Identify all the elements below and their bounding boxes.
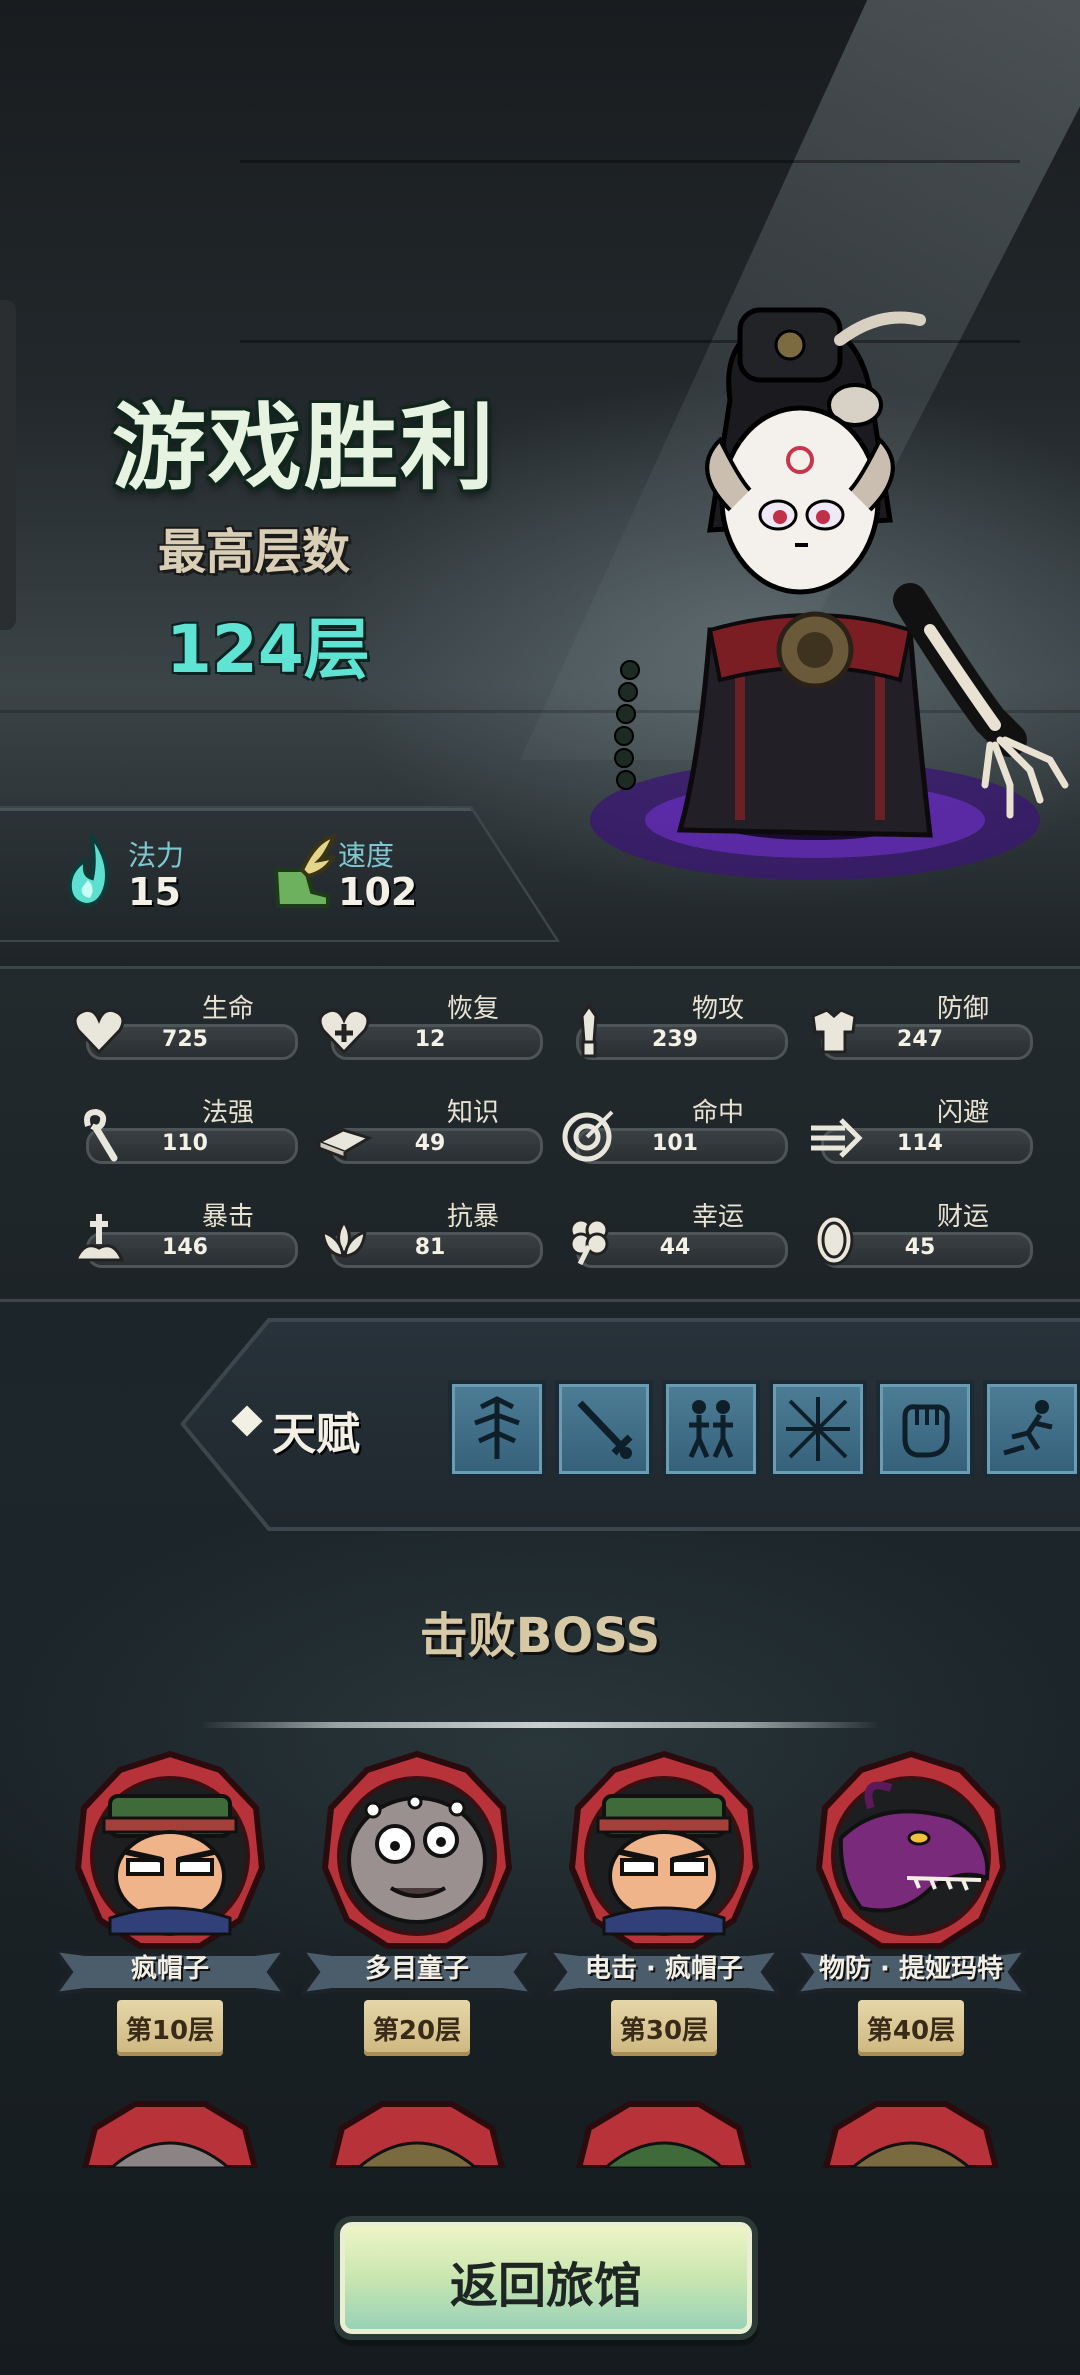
book-icon — [315, 1128, 373, 1161]
boss-frame-partial[interactable] — [569, 2098, 759, 2168]
boss-card[interactable]: 疯帽子 第10层 — [55, 1748, 285, 2068]
attr-name: 幸运 — [691, 1202, 744, 1232]
max-floor-value: 124层 — [166, 611, 370, 688]
talent-slot-dash[interactable] — [983, 1380, 1080, 1478]
talent-label: 天赋 — [272, 1409, 360, 1460]
heart-plus-icon — [318, 1008, 370, 1055]
lotus-shield-icon — [321, 1219, 367, 1258]
talent-slot-fist[interactable] — [876, 1380, 974, 1478]
attr-accuracy: 命中 101 — [560, 1092, 788, 1164]
boss-name: 多目童子 — [364, 1954, 469, 1984]
sword-icon — [580, 1003, 598, 1058]
blue-flame-icon — [67, 833, 109, 908]
crossed-swords-talent-icon — [786, 1397, 850, 1461]
blade-talent-icon — [577, 1400, 633, 1459]
mad-hatter-portrait — [568, 1750, 760, 1949]
return-to-inn-button[interactable]: 返回旅馆 — [334, 2216, 758, 2340]
attr-value: 101 — [652, 1131, 698, 1156]
attr-name: 生命 — [201, 994, 254, 1024]
max-floor-label: 最高层数 — [158, 524, 351, 580]
boss-divider — [200, 1722, 880, 1728]
stat-speed-label: 速度 — [338, 839, 395, 872]
attr-name: 知识 — [446, 1098, 499, 1128]
attr-value: 49 — [414, 1131, 446, 1156]
attr-value: 247 — [897, 1027, 943, 1052]
attr-dodge: 闪避 114 — [805, 1092, 1033, 1164]
clover-icon — [569, 1218, 609, 1266]
boss-floor: 第10层 — [125, 2016, 215, 2046]
attr-name: 法强 — [201, 1098, 254, 1128]
boss-floor: 第30层 — [619, 2016, 709, 2046]
winged-boot-icon — [273, 833, 336, 908]
victory-title: 游戏胜利 — [112, 394, 497, 503]
attr-name: 防御 — [936, 994, 989, 1024]
arrows-talent-icon — [474, 1396, 520, 1459]
heart-icon — [73, 1008, 125, 1055]
boss-frame-partial[interactable] — [816, 2098, 1006, 2168]
attr-name: 闪避 — [936, 1098, 989, 1128]
mad-hatter-portrait — [74, 1750, 266, 1949]
attr-luck: 幸运 44 — [560, 1196, 788, 1268]
attr-hp: 生命 725 — [70, 988, 298, 1060]
attr-name: 物攻 — [691, 994, 744, 1024]
boss-card[interactable]: 物防 · 提娅玛特 第40层 — [796, 1748, 1026, 2068]
side-drawer-handle[interactable] — [0, 300, 16, 630]
talent-slot-arrows[interactable] — [448, 1380, 546, 1478]
tiamat-dragon-portrait — [815, 1750, 1007, 1949]
attr-name: 恢复 — [446, 994, 499, 1024]
many-eyed-child-portrait — [321, 1750, 513, 1949]
attr-crit-resist: 抗暴 81 — [315, 1196, 543, 1268]
attr-name: 命中 — [691, 1098, 744, 1128]
boss-card[interactable]: 多目童子 第20层 — [302, 1748, 532, 2068]
boss-floor: 第40层 — [866, 2016, 956, 2046]
boss-frame-partial[interactable] — [322, 2098, 512, 2168]
boss-name: 疯帽子 — [130, 1954, 209, 1984]
armor-icon — [811, 1008, 857, 1054]
boss-name: 物防 · 提娅玛特 — [819, 1954, 1003, 1984]
attr-value: 110 — [162, 1131, 208, 1156]
attr-value: 45 — [904, 1235, 936, 1260]
stat-speed: 速度 102 — [266, 820, 466, 930]
attr-name: 财运 — [936, 1202, 989, 1232]
attr-knowledge: 知识 49 — [315, 1092, 543, 1164]
attr-value: 239 — [652, 1027, 698, 1052]
attr-value: 81 — [414, 1235, 446, 1260]
attr-value: 12 — [414, 1027, 446, 1052]
talent-slot-blade[interactable] — [555, 1380, 653, 1478]
attr-name: 暴击 — [201, 1202, 254, 1232]
attr-value: 146 — [162, 1235, 208, 1260]
stat-mana: 法力 15 — [56, 820, 206, 930]
attr-attack: 物攻 239 — [560, 988, 788, 1060]
boss-frame-partial[interactable] — [75, 2098, 265, 2168]
boss-card[interactable]: 电击 · 疯帽子 第30层 — [549, 1748, 779, 2068]
attr-value: 44 — [659, 1235, 691, 1260]
stat-speed-value: 102 — [338, 870, 418, 914]
dodge-arrows-icon — [811, 1118, 863, 1158]
magic-staff-icon — [84, 1108, 118, 1162]
brick-line — [240, 160, 1020, 163]
attr-defense: 防御 247 — [805, 988, 1033, 1060]
boss-floor: 第20层 — [372, 2016, 462, 2046]
stat-mana-label: 法力 — [128, 839, 185, 872]
fist-talent-icon — [902, 1404, 950, 1458]
boss-section-heading: 击败BOSS — [419, 1608, 661, 1664]
character-sprite — [590, 307, 1069, 880]
attr-critical: 暴击 146 — [70, 1196, 298, 1268]
stat-mana-value: 15 — [128, 870, 181, 914]
attr-regen: 恢复 12 — [315, 988, 543, 1060]
return-to-inn-label: 返回旅馆 — [449, 2258, 642, 2314]
critical-dagger-icon — [73, 1214, 125, 1262]
boss-name: 电击 · 疯帽子 — [585, 1954, 743, 1984]
attr-fortune: 财运 45 — [805, 1196, 1033, 1268]
talent-slot-crossed-swords[interactable] — [769, 1380, 867, 1478]
twins-talent-icon — [688, 1400, 734, 1459]
target-icon — [562, 1110, 614, 1162]
dash-talent-icon — [1003, 1400, 1053, 1456]
attr-name: 抗暴 — [446, 1202, 499, 1232]
attr-magic-power: 法强 110 — [70, 1092, 298, 1164]
attr-value: 725 — [162, 1027, 208, 1052]
coin-icon — [814, 1214, 854, 1266]
talent-slot-twins[interactable] — [662, 1380, 760, 1478]
attr-value: 114 — [897, 1131, 943, 1156]
